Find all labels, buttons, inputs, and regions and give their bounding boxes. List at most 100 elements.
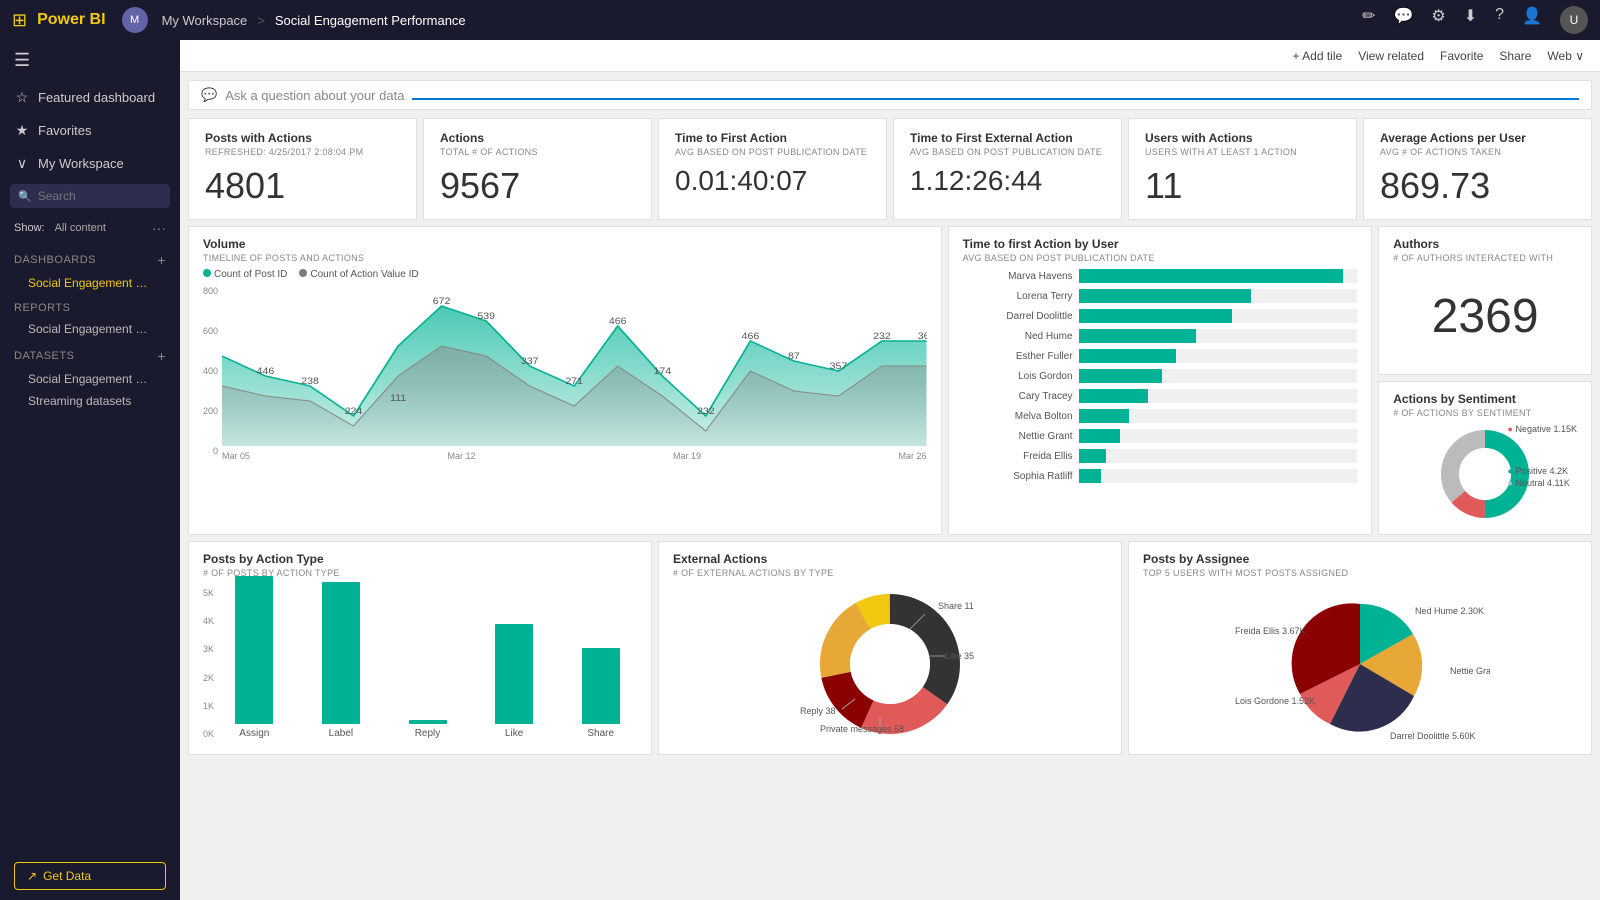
sidebar-item-featured[interactable]: ☆ Featured dashboard: [0, 81, 180, 114]
assignee-pie-wrap: Ned Hume 2.30K Nettie Grant 4.63K Darrel…: [1143, 584, 1577, 744]
external-donut-wrap: Share 11 Like 35 Reply 38 Private messag…: [673, 584, 1107, 744]
search-input[interactable]: [38, 189, 162, 203]
search-bar[interactable]: 🔍: [10, 184, 170, 208]
add-dataset-icon[interactable]: +: [157, 348, 166, 364]
download-icon[interactable]: ⬇: [1464, 6, 1477, 34]
tfc-bar: [1079, 389, 1149, 403]
tfc-bar: [1079, 469, 1101, 483]
volume-title: Volume: [203, 237, 927, 251]
negative-label: ● Negative 1.15K: [1507, 424, 1577, 434]
tfc-bar-wrap: [1079, 469, 1358, 483]
posts-action-title: Posts by Action Type: [203, 552, 637, 566]
kpi-actions: Actions TOTAL # OF ACTIONS 9567: [423, 118, 652, 220]
settings-icon[interactable]: ⚙: [1431, 6, 1445, 34]
svg-text:466: 466: [609, 317, 627, 327]
add-tile-button[interactable]: + Add tile: [1292, 49, 1342, 63]
sentiment-donut-wrap: ● Negative 1.15K ● Positive 4.2K ● Neutr…: [1393, 424, 1577, 524]
comments-icon[interactable]: 💬: [1394, 6, 1414, 34]
tfc-user-name: Freida Ellis: [963, 451, 1073, 462]
kpi-time-first-action: Time to First Action AVG BASED ON POST P…: [658, 118, 887, 220]
kpi-3-title: Time to First External Action: [910, 131, 1105, 145]
svg-text:357: 357: [830, 362, 848, 372]
kpi-1-value: 9567: [440, 165, 635, 207]
kpi-avg-actions: Average Actions per User AVG # OF ACTION…: [1363, 118, 1592, 220]
legend1-label: Count of Post ID: [214, 269, 287, 280]
svg-text:672: 672: [433, 297, 451, 307]
arrow-icon: ↗: [27, 869, 37, 883]
post-bar-label: Label: [329, 728, 353, 739]
reports-section: Reports: [0, 294, 180, 318]
sidebar-item-workspace[interactable]: ∨ My Workspace: [0, 147, 180, 180]
edit-icon[interactable]: ✏: [1362, 6, 1375, 34]
tfc-bar-item: Darrel Doolittle: [963, 309, 1358, 323]
post-bar-group: Share: [564, 648, 637, 739]
tfc-chart-card: Time to first Action by User AVG BASED O…: [948, 226, 1373, 535]
help-icon[interactable]: ?: [1495, 6, 1504, 34]
star-icon: ☆: [14, 89, 30, 106]
tfc-bar-wrap: [1079, 349, 1358, 363]
add-dashboard-icon[interactable]: +: [157, 252, 166, 268]
svg-text:232: 232: [873, 332, 891, 342]
sidebar-item-favorites[interactable]: ★ Favorites: [0, 114, 180, 147]
assignee-subtitle: TOP 5 USERS WITH MOST POSTS ASSIGNED: [1143, 568, 1577, 578]
neutral-label: ● Neutral 4.11K: [1507, 478, 1577, 488]
favorite-button[interactable]: Favorite: [1440, 49, 1483, 63]
sidebar-report-item[interactable]: Social Engagement Perfo...: [0, 318, 180, 340]
favorites-icon: ★: [14, 122, 30, 139]
workspace-label[interactable]: My Workspace: [162, 13, 248, 28]
external-title: External Actions: [673, 552, 1107, 566]
kpi-5-title: Average Actions per User: [1380, 131, 1575, 145]
get-data-button[interactable]: ↗ Get Data: [14, 862, 166, 890]
post-bar-group: Reply: [391, 720, 464, 739]
view-related-button[interactable]: View related: [1358, 49, 1424, 63]
post-bar-label: Reply: [415, 728, 441, 739]
svg-text:337: 337: [521, 357, 539, 367]
web-button[interactable]: Web ∨: [1547, 49, 1584, 63]
post-bar-label: Assign: [239, 728, 269, 739]
svg-text:Darrel Doolittle 5.60K: Darrel Doolittle 5.60K: [1390, 731, 1476, 741]
svg-text:87: 87: [788, 352, 800, 362]
sidebar-show-content[interactable]: Show: All content ···: [0, 212, 180, 244]
secondary-bar: + Add tile View related Favorite Share W…: [180, 40, 1600, 72]
tfc-user-name: Melva Bolton: [963, 411, 1073, 422]
kpi-1-title: Actions: [440, 131, 635, 145]
tfc-user-name: Marva Havens: [963, 271, 1073, 282]
tfc-bar: [1079, 289, 1252, 303]
legend2-label: Count of Action Value ID: [310, 269, 418, 280]
page-breadcrumb-title: Social Engagement Performance: [275, 13, 466, 28]
post-bar-label: Share: [587, 728, 614, 739]
kpi-row: Posts with Actions REFRESHED: 4/25/2017 …: [188, 118, 1592, 220]
grid-icon[interactable]: ⊞: [12, 10, 27, 31]
tfc-bar-wrap: [1079, 369, 1358, 383]
sidebar-dataset-item[interactable]: Social Engagement Perfo...: [0, 368, 180, 390]
qa-bar[interactable]: 💬 Ask a question about your data: [188, 80, 1592, 110]
datasets-label: Datasets: [14, 350, 74, 362]
svg-text:Reply 38: Reply 38: [800, 706, 836, 716]
tfc-bar-item: Esther Fuller: [963, 349, 1358, 363]
tfc-bar-wrap: [1079, 329, 1358, 343]
hamburger-icon[interactable]: ☰: [0, 40, 180, 81]
tfc-user-name: Darrel Doolittle: [963, 311, 1073, 322]
posts-action-chart-area: 5K 4K 3K 2K 1K 0K Assign Label Reply Lik…: [203, 584, 637, 739]
bottom-row: Posts by Action Type # OF POSTS BY ACTIO…: [188, 541, 1592, 755]
kpi-0-subtitle: REFRESHED: 4/25/2017 2:08:04 PM: [205, 147, 400, 157]
svg-text:446: 446: [257, 367, 275, 377]
post-bar: [495, 624, 533, 724]
sidebar-dashboard-item[interactable]: Social Engagement Perfo...: [0, 272, 180, 294]
user-avatar[interactable]: U: [1560, 6, 1588, 34]
tfc-subtitle: AVG BASED ON POST PUBLICATION DATE: [963, 253, 1358, 263]
post-bar: [582, 648, 620, 724]
sidebar-streaming-item[interactable]: Streaming datasets: [0, 390, 180, 412]
tfc-user-name: Lois Gordon: [963, 371, 1073, 382]
tfc-bar-item: Ned Hume: [963, 329, 1358, 343]
kpi-time-first-external: Time to First External Action AVG BASED …: [893, 118, 1122, 220]
volume-chart-area: 800 600 400 200 0: [203, 286, 927, 461]
notifications-icon[interactable]: 👤: [1522, 6, 1542, 34]
svg-text:Like 35: Like 35: [945, 651, 974, 661]
posts-bars-group: Assign Label Reply Like Share: [218, 584, 637, 739]
tfc-bar-item: Freida Ellis: [963, 449, 1358, 463]
tfc-bar-list: Marva Havens Lorena Terry Darrel Doolitt…: [963, 269, 1358, 483]
svg-text:Nettie Grant 4.63K: Nettie Grant 4.63K: [1450, 666, 1490, 676]
more-icon[interactable]: ···: [152, 220, 166, 236]
share-button[interactable]: Share: [1499, 49, 1531, 63]
